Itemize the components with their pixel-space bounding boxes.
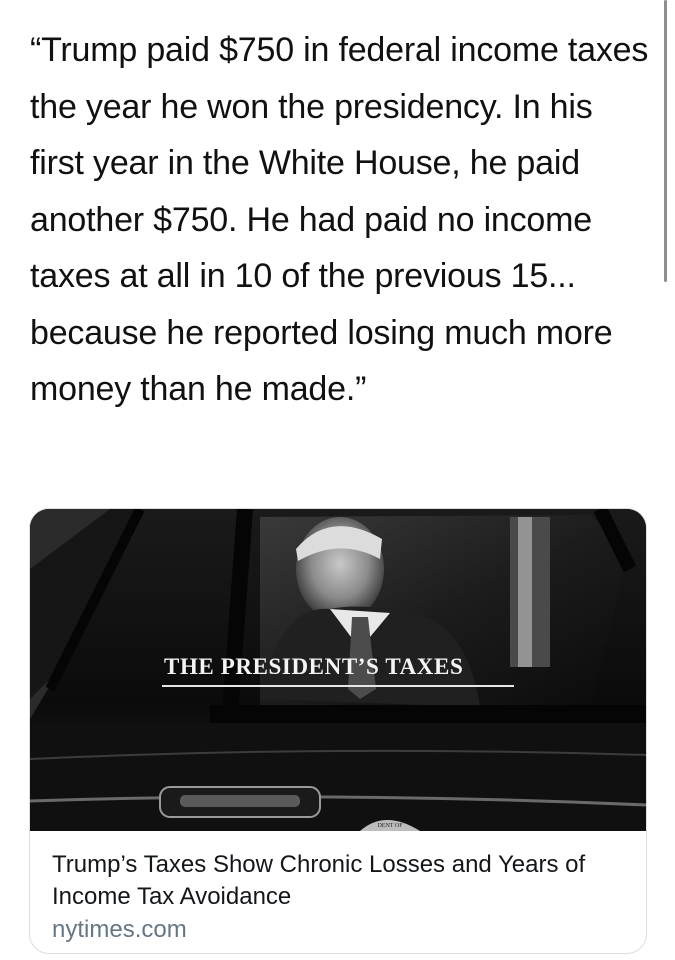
- link-preview-card[interactable]: DENT OF THE PRESIDENT’S TAXES Trump’s Ta…: [29, 508, 647, 954]
- seal-text: DENT OF: [377, 823, 403, 829]
- caption-underline: [162, 685, 514, 687]
- image-caption: THE PRESIDENT’S TAXES: [164, 654, 464, 679]
- card-title[interactable]: Trump’s Taxes Show Chronic Losses and Ye…: [52, 849, 624, 913]
- scrollbar[interactable]: [664, 0, 667, 282]
- tweet-text: “Trump paid $750 in federal income taxes…: [30, 31, 649, 408]
- card-domain: nytimes.com: [52, 916, 187, 943]
- card-body[interactable]: Trump’s Taxes Show Chronic Losses and Ye…: [30, 831, 646, 947]
- card-image[interactable]: DENT OF THE PRESIDENT’S TAXES: [30, 509, 646, 831]
